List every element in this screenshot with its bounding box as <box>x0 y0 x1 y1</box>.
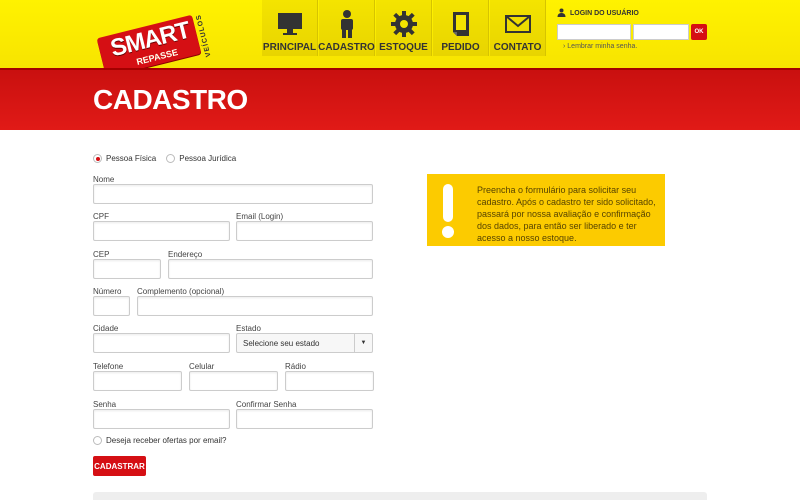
person-type-group: Pessoa Física Pessoa Jurídica <box>93 154 236 163</box>
estado-select-value: Selecione seu estado <box>243 338 320 348</box>
gear-icon <box>390 8 418 40</box>
numero-label: Número <box>93 287 122 296</box>
nav-label: CONTATO <box>493 42 542 53</box>
page-title: CADASTRO <box>93 84 248 115</box>
login-password-input[interactable] <box>633 24 689 40</box>
user-icon <box>557 8 566 19</box>
cidade-input[interactable] <box>93 333 230 353</box>
nav-estoque[interactable]: ESTOQUE <box>376 0 432 56</box>
header: SMART REPASSE VEÍCULOS PRINCIPAL CADASTR… <box>0 0 800 78</box>
estado-label: Estado <box>236 324 261 333</box>
main-nav: PRINCIPAL CADASTRO ESTOQUE PEDIDO CONTAT… <box>262 0 547 56</box>
cep-label: CEP <box>93 250 110 259</box>
celular-input[interactable] <box>189 371 278 391</box>
confirmar-senha-input[interactable] <box>236 409 373 429</box>
radio-dot-selected <box>93 154 102 163</box>
smart-repasse-logo[interactable]: SMART REPASSE VEÍCULOS <box>96 12 214 78</box>
nome-label: Nome <box>93 175 115 184</box>
caret-down-icon: ▼ <box>354 334 372 352</box>
nav-label: ESTOQUE <box>379 42 428 53</box>
endereco-input[interactable] <box>168 259 373 279</box>
nav-label: PRINCIPAL <box>262 42 317 53</box>
login-user-input[interactable] <box>557 24 631 40</box>
remember-password-link[interactable]: › Lembrar minha senha. <box>563 43 707 50</box>
endereco-label: Endereço <box>168 250 203 259</box>
nav-label: PEDIDO <box>441 42 480 53</box>
info-text: Preencha o formulário para solicitar seu… <box>477 185 656 243</box>
confirmar-senha-label: Confirmar Senha <box>236 400 297 409</box>
senha-input[interactable] <box>93 409 230 429</box>
login-ok-button[interactable]: OK <box>691 24 707 40</box>
cep-input[interactable] <box>93 259 161 279</box>
login-row: OK <box>557 24 707 40</box>
offers-checkbox[interactable] <box>93 436 102 445</box>
remember-password-text: Lembrar minha senha. <box>567 43 638 50</box>
complemento-input[interactable] <box>137 296 373 316</box>
envelope-icon <box>504 8 532 40</box>
nav-pedido[interactable]: PEDIDO <box>433 0 489 56</box>
nav-contato[interactable]: CONTATO <box>490 0 546 56</box>
login-box: LOGIN DO USUÁRIO OK › Lembrar minha senh… <box>557 8 707 50</box>
info-box: Preencha o formulário para solicitar seu… <box>427 174 665 246</box>
celular-label: Celular <box>189 362 215 371</box>
footer-bar <box>93 492 707 500</box>
login-title-text: LOGIN DO USUÁRIO <box>570 10 639 17</box>
cpf-label: CPF <box>93 212 109 221</box>
cpf-input[interactable] <box>93 221 230 241</box>
offers-option[interactable]: Deseja receber ofertas por email? <box>93 436 227 445</box>
radio-label: Pessoa Jurídica <box>179 154 237 163</box>
nav-cadastro[interactable]: CADASTRO <box>318 0 375 56</box>
radio-label: Pessoa Física <box>106 154 157 163</box>
email-input[interactable] <box>236 221 373 241</box>
login-title: LOGIN DO USUÁRIO <box>557 8 707 19</box>
telefone-input[interactable] <box>93 371 182 391</box>
radio-pessoa-juridica[interactable]: Pessoa Jurídica <box>166 154 236 163</box>
radio-dot <box>166 154 176 163</box>
nome-input[interactable] <box>93 184 373 204</box>
exclamation-icon <box>441 184 455 238</box>
cadastrar-button[interactable]: CADASTRAR <box>93 456 146 476</box>
telefone-label: Telefone <box>93 362 124 371</box>
page-banner: CADASTRO <box>0 68 800 130</box>
nav-label: CADASTRO <box>318 42 375 53</box>
email-label: Email (Login) <box>236 212 284 221</box>
numero-input[interactable] <box>93 296 130 316</box>
document-icon <box>447 8 475 40</box>
nav-principal[interactable]: PRINCIPAL <box>262 0 318 56</box>
radio-pessoa-fisica[interactable]: Pessoa Física <box>93 154 156 163</box>
senha-label: Senha <box>93 400 117 409</box>
person-icon <box>333 8 361 40</box>
radio-field-label: Rádio <box>285 362 306 371</box>
complemento-label: Complemento (opcional) <box>137 287 225 296</box>
offers-label: Deseja receber ofertas por email? <box>106 436 227 445</box>
estado-select[interactable]: Selecione seu estado ▼ <box>236 333 373 353</box>
cidade-label: Cidade <box>93 324 119 333</box>
radio-field-input[interactable] <box>285 371 374 391</box>
monitor-icon <box>276 8 304 40</box>
